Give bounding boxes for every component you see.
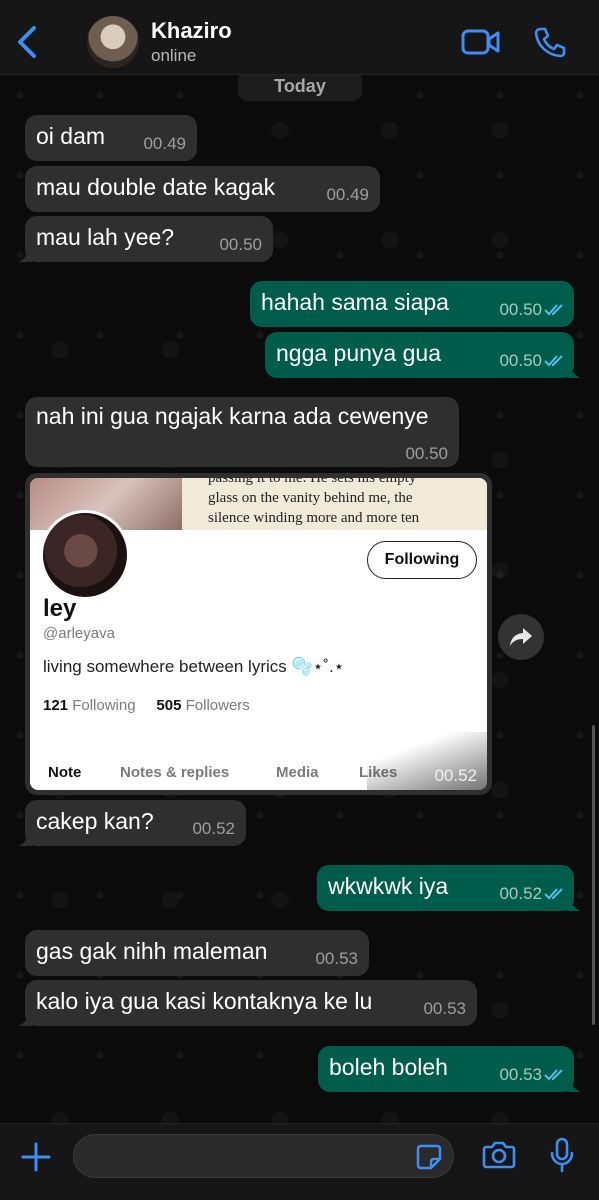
incoming-message[interactable]: oi dam 00.49 (25, 115, 197, 161)
outgoing-message[interactable]: ngga punya gua 00.50 (265, 332, 581, 378)
message-time: 00.50 (499, 351, 542, 370)
followers-count: 505 (156, 697, 182, 714)
outgoing-message[interactable]: boleh boleh 00.53 (318, 1046, 581, 1092)
camera-icon[interactable] (482, 1140, 516, 1170)
profile-stats: 121 Following 505 Followers (43, 697, 250, 714)
incoming-message[interactable]: mau double date kagak 00.49 (25, 166, 380, 212)
following-button: Following (367, 541, 477, 579)
read-receipt-icon (544, 888, 563, 900)
followers-label: Followers (185, 697, 250, 714)
message-text: wkwkwk iya (328, 873, 449, 899)
outgoing-message[interactable]: wkwkwk iya 00.52 (317, 865, 581, 911)
message-time: 00.50 (499, 300, 542, 319)
message-time: 00.53 (423, 999, 466, 1018)
outgoing-message[interactable]: hahah sama siapa 00.50 (250, 281, 574, 327)
chat-header: Khaziro online (0, 0, 599, 75)
bubble-tail (567, 897, 581, 911)
message-time: 00.50 (405, 444, 448, 463)
sticker-icon[interactable] (416, 1144, 442, 1170)
banner-line: glass on the vanity behind me, the (208, 490, 413, 506)
message-time: 00.53 (315, 949, 358, 968)
message-time: 00.53 (499, 1065, 542, 1084)
following-label: Following (72, 697, 136, 714)
contact-avatar[interactable] (87, 16, 139, 68)
profile-bio: living somewhere between lyrics 🫧⋆˚.⋆ (43, 657, 345, 676)
profile-name: ley (43, 595, 77, 622)
scrollbar[interactable] (592, 725, 595, 1025)
chat-area[interactable]: Today oi dam 00.49 mau double date kagak… (0, 75, 599, 1123)
profile-screenshot[interactable]: passing it to me. He sets his empty glas… (30, 478, 487, 790)
incoming-message[interactable]: kalo iya gua kasi kontaknya ke lu 00.53 (18, 980, 477, 1026)
bubble-tail (567, 1078, 581, 1092)
image-message[interactable]: passing it to me. He sets his empty glas… (25, 473, 492, 795)
profile-avatar (40, 510, 130, 600)
message-text: mau lah yee? (36, 224, 175, 250)
profile-tab-replies: Notes & replies (120, 764, 230, 781)
message-text: mau double date kagak (36, 174, 276, 200)
banner-line: silence winding more and more ten (208, 510, 420, 526)
read-receipt-icon (544, 355, 563, 367)
read-receipt-icon (544, 1069, 563, 1081)
plus-icon[interactable] (20, 1141, 52, 1173)
incoming-message[interactable]: mau lah yee? 00.50 (18, 216, 273, 262)
microphone-icon[interactable] (549, 1137, 575, 1173)
message-text: ngga punya gua (276, 340, 441, 366)
message-text: cakep kan? (36, 808, 154, 834)
message-text: nah ini gua ngajak karna ada cewenye (36, 403, 429, 429)
banner-line: passing it to me. He sets his empty (208, 478, 417, 486)
message-text: hahah sama siapa (261, 289, 449, 315)
bubble-tail (18, 248, 32, 262)
message-text: oi dam (36, 123, 106, 149)
profile-tab-media: Media (276, 764, 319, 781)
video-call-icon[interactable] (461, 28, 501, 56)
incoming-message[interactable]: cakep kan? 00.52 (18, 800, 246, 846)
contact-status: online (151, 46, 197, 65)
bubble-tail (18, 832, 32, 846)
read-receipt-icon (544, 304, 563, 316)
bubble-tail (567, 364, 581, 378)
incoming-message[interactable]: nah ini gua ngajak karna ada cewenye 00.… (25, 397, 459, 467)
message-time: 00.52 (434, 766, 477, 785)
image-time-overlay: 00.52 (367, 732, 487, 790)
following-count: 121 (43, 697, 69, 714)
phone-call-icon[interactable] (533, 26, 567, 58)
contact-name[interactable]: Khaziro (151, 18, 232, 44)
message-time: 00.49 (326, 185, 369, 204)
forward-button[interactable] (498, 614, 544, 660)
message-input[interactable] (73, 1134, 454, 1178)
profile-banner-text: passing it to me. He sets his empty glas… (182, 478, 487, 530)
back-chevron-icon[interactable] (14, 22, 42, 62)
message-text: boleh boleh (329, 1054, 448, 1080)
message-text: gas gak nihh maleman (36, 938, 268, 964)
incoming-message[interactable]: gas gak nihh maleman 00.53 (25, 930, 369, 976)
message-text: kalo iya gua kasi kontaknya ke lu (36, 988, 373, 1014)
forward-arrow-icon (510, 628, 532, 646)
compose-bar (0, 1123, 599, 1200)
message-time: 00.52 (499, 884, 542, 903)
bubble-tail (18, 1012, 32, 1026)
message-time: 00.52 (192, 819, 235, 838)
profile-tab-note: Note (48, 764, 82, 781)
date-separator: Today (238, 75, 362, 101)
message-time: 00.49 (143, 134, 186, 153)
message-time: 00.50 (219, 235, 262, 254)
profile-handle: @arleyava (43, 625, 115, 642)
